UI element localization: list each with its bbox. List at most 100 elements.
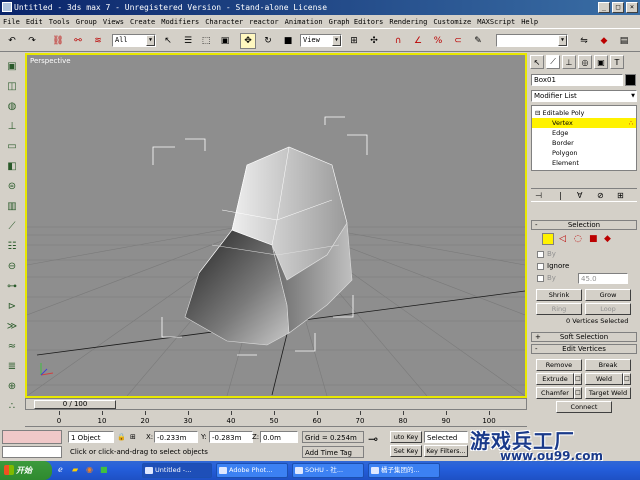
quick-launch-desktop-icon[interactable]: ■ [100, 465, 108, 474]
minimize-button[interactable]: _ [598, 2, 610, 13]
reactor-icon[interactable]: ⊕ [4, 379, 20, 394]
create-light-icon[interactable]: ⊥ [4, 119, 20, 134]
menu-graph-editors[interactable]: Graph Editors [326, 18, 387, 26]
select-and-manipulate-icon[interactable]: ✣ [366, 33, 382, 49]
menu-modifiers[interactable]: Modifiers [158, 18, 202, 26]
polygon-mode-icon[interactable]: ■ [589, 234, 598, 244]
object-name-field[interactable]: Box01 [531, 74, 623, 86]
percent-snap-icon[interactable]: % [430, 33, 446, 49]
select-and-scale-icon[interactable]: ■ [280, 33, 296, 49]
stack-item-element[interactable]: Element [532, 158, 636, 168]
soft-selection-rollout-header[interactable]: + Soft Selection [531, 332, 637, 342]
loop-button[interactable]: Loop [585, 303, 631, 315]
grow-button[interactable]: Grow [585, 289, 631, 301]
maximize-button[interactable]: □ [612, 2, 624, 13]
noise-icon[interactable]: ≈ [4, 339, 20, 354]
add-time-tag-button[interactable]: Add Time Tag [302, 446, 364, 458]
task-3dsmax[interactable]: Untitled -... [142, 463, 212, 478]
align-icon[interactable]: ◆ [596, 33, 612, 49]
pivot-center-icon[interactable]: ⊞ [346, 33, 362, 49]
display-tab-icon[interactable]: ▣ [594, 55, 608, 69]
maxscript-listener-mini[interactable] [2, 430, 62, 444]
stack-item-edge[interactable]: Edge [532, 128, 636, 138]
hierarchy-tab-icon[interactable]: ⊥ [562, 55, 576, 69]
create-cylinder-icon[interactable]: ◫ [4, 79, 20, 94]
key-icon[interactable]: ⊸ [368, 433, 388, 445]
bend-icon[interactable]: ⊶ [4, 279, 20, 294]
connect-button[interactable]: Connect [556, 401, 612, 413]
edit-poly-icon[interactable]: ⟋ [4, 219, 20, 234]
object-color-swatch[interactable] [625, 74, 636, 86]
task-photoshop[interactable]: Adobe Phot... [216, 463, 288, 478]
hierarchy-icon[interactable]: ⊖ [4, 259, 20, 274]
uvw-map-icon[interactable]: ☷ [4, 239, 20, 254]
stack-item-polygon[interactable]: Polygon [532, 148, 636, 158]
named-selection-icon[interactable]: ✎ [470, 33, 486, 49]
close-button[interactable]: × [626, 2, 638, 13]
modifier-shortcut-icon[interactable]: ▥ [4, 199, 20, 214]
menu-views[interactable]: Views [100, 18, 127, 26]
box01-object[interactable] [184, 146, 353, 346]
chamfer-button[interactable]: Chamfer [536, 387, 574, 399]
break-button[interactable]: Break [585, 359, 631, 371]
window-crossing-icon[interactable]: ▣ [217, 33, 233, 49]
select-and-move-icon[interactable]: ✥ [240, 33, 256, 49]
menu-tools[interactable]: Tools [46, 18, 73, 26]
bind-space-warp-icon[interactable]: ≋ [90, 33, 106, 49]
utilities-tab-icon[interactable]: T [610, 55, 624, 69]
time-slider[interactable]: 0 / 100 [25, 398, 527, 410]
quick-launch-ie-icon[interactable]: ℯ [58, 465, 63, 474]
create-box-icon[interactable]: ▣ [4, 59, 20, 74]
mirror-icon[interactable]: ⇋ [576, 33, 592, 49]
trackbar[interactable]: 0 10 20 30 40 50 60 70 80 90 100 [25, 411, 527, 427]
ring-button[interactable]: Ring [536, 303, 582, 315]
rectangular-selection-icon[interactable]: ⬚ [198, 33, 214, 49]
remove-button[interactable]: Remove [536, 359, 582, 371]
key-filters-button[interactable]: Key Filters... [424, 445, 468, 457]
target-weld-button[interactable]: Target Weld [585, 387, 631, 399]
stack-item-editable-poly[interactable]: ⊟ Editable Poly [532, 108, 636, 118]
perspective-viewport[interactable]: Perspective [25, 53, 527, 398]
select-and-rotate-icon[interactable]: ↻ [260, 33, 276, 49]
menu-maxscript[interactable]: MAXScript [474, 18, 518, 26]
z-coord-field[interactable]: 0.0m [260, 431, 298, 443]
remove-modifier-icon[interactable]: ⊘ [597, 191, 604, 200]
mesh-smooth-icon[interactable]: ≣ [4, 359, 20, 374]
pin-stack-icon[interactable]: ⊣ [535, 191, 542, 200]
menu-help[interactable]: Help [518, 18, 541, 26]
lock-selection-icon[interactable]: 🔒 [117, 431, 126, 443]
menu-edit[interactable]: Edit [23, 18, 46, 26]
motion-tab-icon[interactable]: ◎ [578, 55, 592, 69]
configure-sets-icon[interactable]: ⊞ [617, 191, 624, 200]
reference-coordinate-dropdown[interactable]: View ▼ [300, 34, 342, 47]
redo-icon[interactable]: ↷ [24, 33, 40, 49]
create-helper-icon[interactable]: ◧ [4, 159, 20, 174]
make-unique-icon[interactable]: ∀ [577, 191, 582, 200]
quick-launch-media-icon[interactable]: ◉ [86, 465, 93, 474]
show-end-result-icon[interactable]: | [559, 191, 562, 200]
set-key-button[interactable]: Set Key [390, 445, 422, 457]
by-vertex-checkbox[interactable] [537, 251, 544, 258]
select-and-link-icon[interactable]: ⛓ [50, 33, 66, 49]
quick-launch-folder-icon[interactable]: ▰ [72, 465, 78, 474]
angle-spinner[interactable]: 45.0 [578, 273, 628, 284]
menu-character[interactable]: Character [202, 18, 246, 26]
create-shape-icon[interactable]: ⊜ [4, 179, 20, 194]
time-slider-thumb[interactable]: 0 / 100 [34, 400, 116, 409]
twist-icon[interactable]: ≫ [4, 319, 20, 334]
viewport-label[interactable]: Perspective [30, 57, 71, 65]
menu-file[interactable]: File [0, 18, 23, 26]
start-button[interactable]: 开始 [0, 461, 52, 480]
menu-reactor[interactable]: reactor [246, 18, 282, 26]
key-mode-dropdown[interactable]: Selected [424, 431, 468, 443]
app-icon[interactable] [2, 2, 12, 12]
select-object-icon[interactable]: ↖ [160, 33, 176, 49]
absolute-mode-icon[interactable]: ⊞ [130, 431, 140, 443]
selection-rollout-header[interactable]: - Selection [531, 220, 637, 230]
edge-mode-icon[interactable]: ◁ [559, 234, 566, 244]
chamfer-settings-button[interactable]: □ [574, 387, 582, 399]
stack-item-border[interactable]: Border [532, 138, 636, 148]
edit-vertices-rollout-header[interactable]: - Edit Vertices [531, 344, 637, 354]
modifier-list-dropdown[interactable]: Modifier List ▼ [531, 90, 637, 102]
snap-toggle-icon[interactable]: ∩ [390, 33, 406, 49]
